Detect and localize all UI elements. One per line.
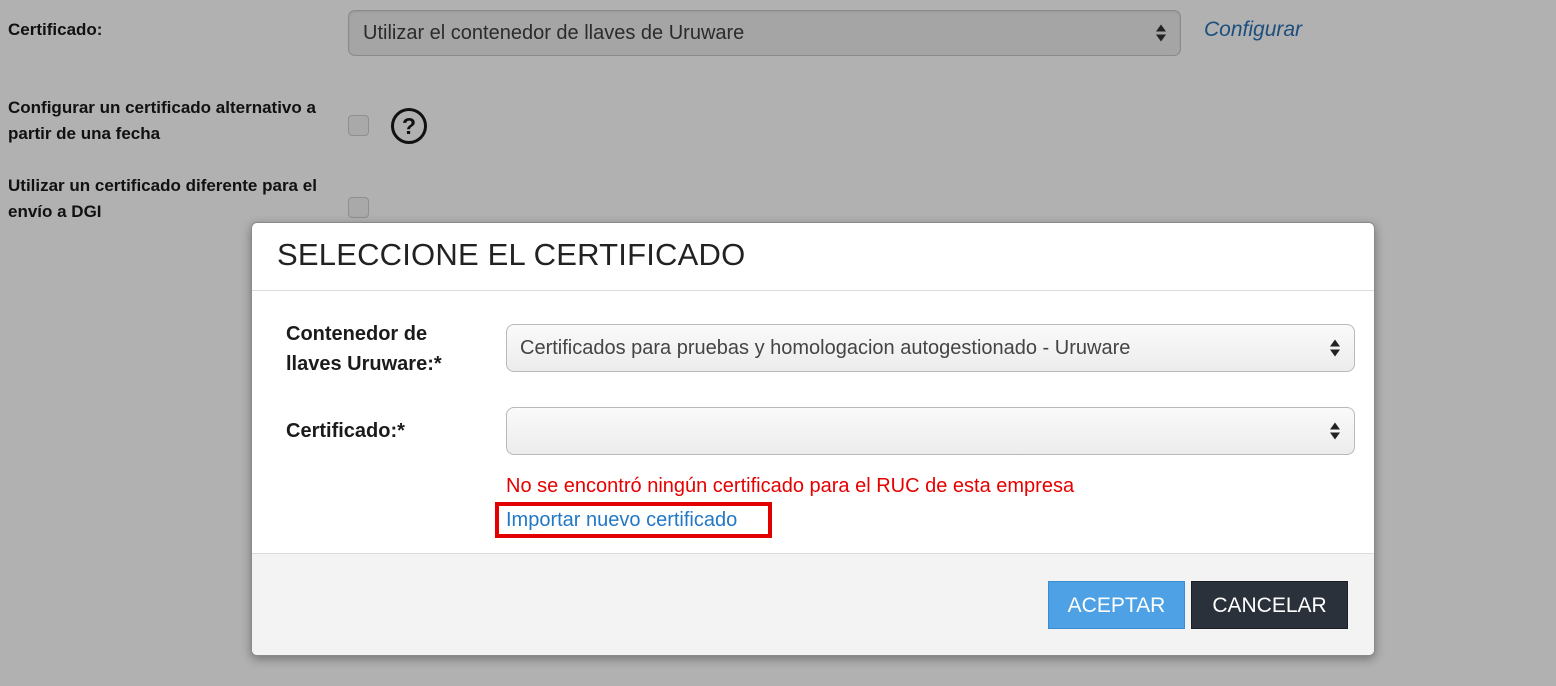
cancel-button[interactable]: CANCELAR (1191, 581, 1348, 629)
certificate-select-value: Utilizar el contenedor de llaves de Uruw… (363, 22, 745, 44)
container-select[interactable]: Certificados para pruebas y homologacion… (506, 324, 1355, 372)
accept-button[interactable]: ACEPTAR (1048, 581, 1185, 629)
certificate-select[interactable]: Utilizar el contenedor de llaves de Uruw… (348, 10, 1181, 56)
question-circle-icon[interactable]: ? (391, 108, 427, 144)
alt-certificate-label: Configurar un certificado alternativo a … (8, 98, 316, 143)
container-label: Contenedor de llaves Uruware:* (286, 323, 442, 375)
certificate-field-label: Certificado:* (286, 420, 405, 442)
certificate-label: Certificado: (8, 20, 103, 39)
page: Certificado: Utilizar el contenedor de l… (0, 0, 1556, 686)
diff-certificate-checkbox[interactable] (348, 197, 369, 218)
select-certificate-dialog: SELECCIONE EL CERTIFICADO Contenedor de … (251, 222, 1375, 656)
configure-link[interactable]: Configurar (1204, 18, 1302, 42)
alt-certificate-checkbox[interactable] (348, 115, 369, 136)
dialog-footer: ACEPTAR CANCELAR (252, 553, 1374, 655)
updown-arrows-icon (1330, 339, 1340, 357)
no-certificate-error: No se encontró ningún certificado para e… (506, 475, 1075, 497)
container-select-value: Certificados para pruebas y homologacion… (520, 337, 1131, 359)
certificate-field-select[interactable] (506, 407, 1355, 455)
import-certificate-link[interactable]: Importar nuevo certificado (495, 502, 772, 538)
dialog-header: SELECCIONE EL CERTIFICADO (252, 223, 1374, 291)
dialog-body: Contenedor de llaves Uruware:* Certifica… (252, 291, 1374, 553)
diff-certificate-label: Utilizar un certificado diferente para e… (8, 176, 317, 221)
updown-arrows-icon (1156, 24, 1166, 42)
updown-arrows-icon (1330, 422, 1340, 440)
dialog-title: SELECCIONE EL CERTIFICADO (277, 237, 746, 272)
